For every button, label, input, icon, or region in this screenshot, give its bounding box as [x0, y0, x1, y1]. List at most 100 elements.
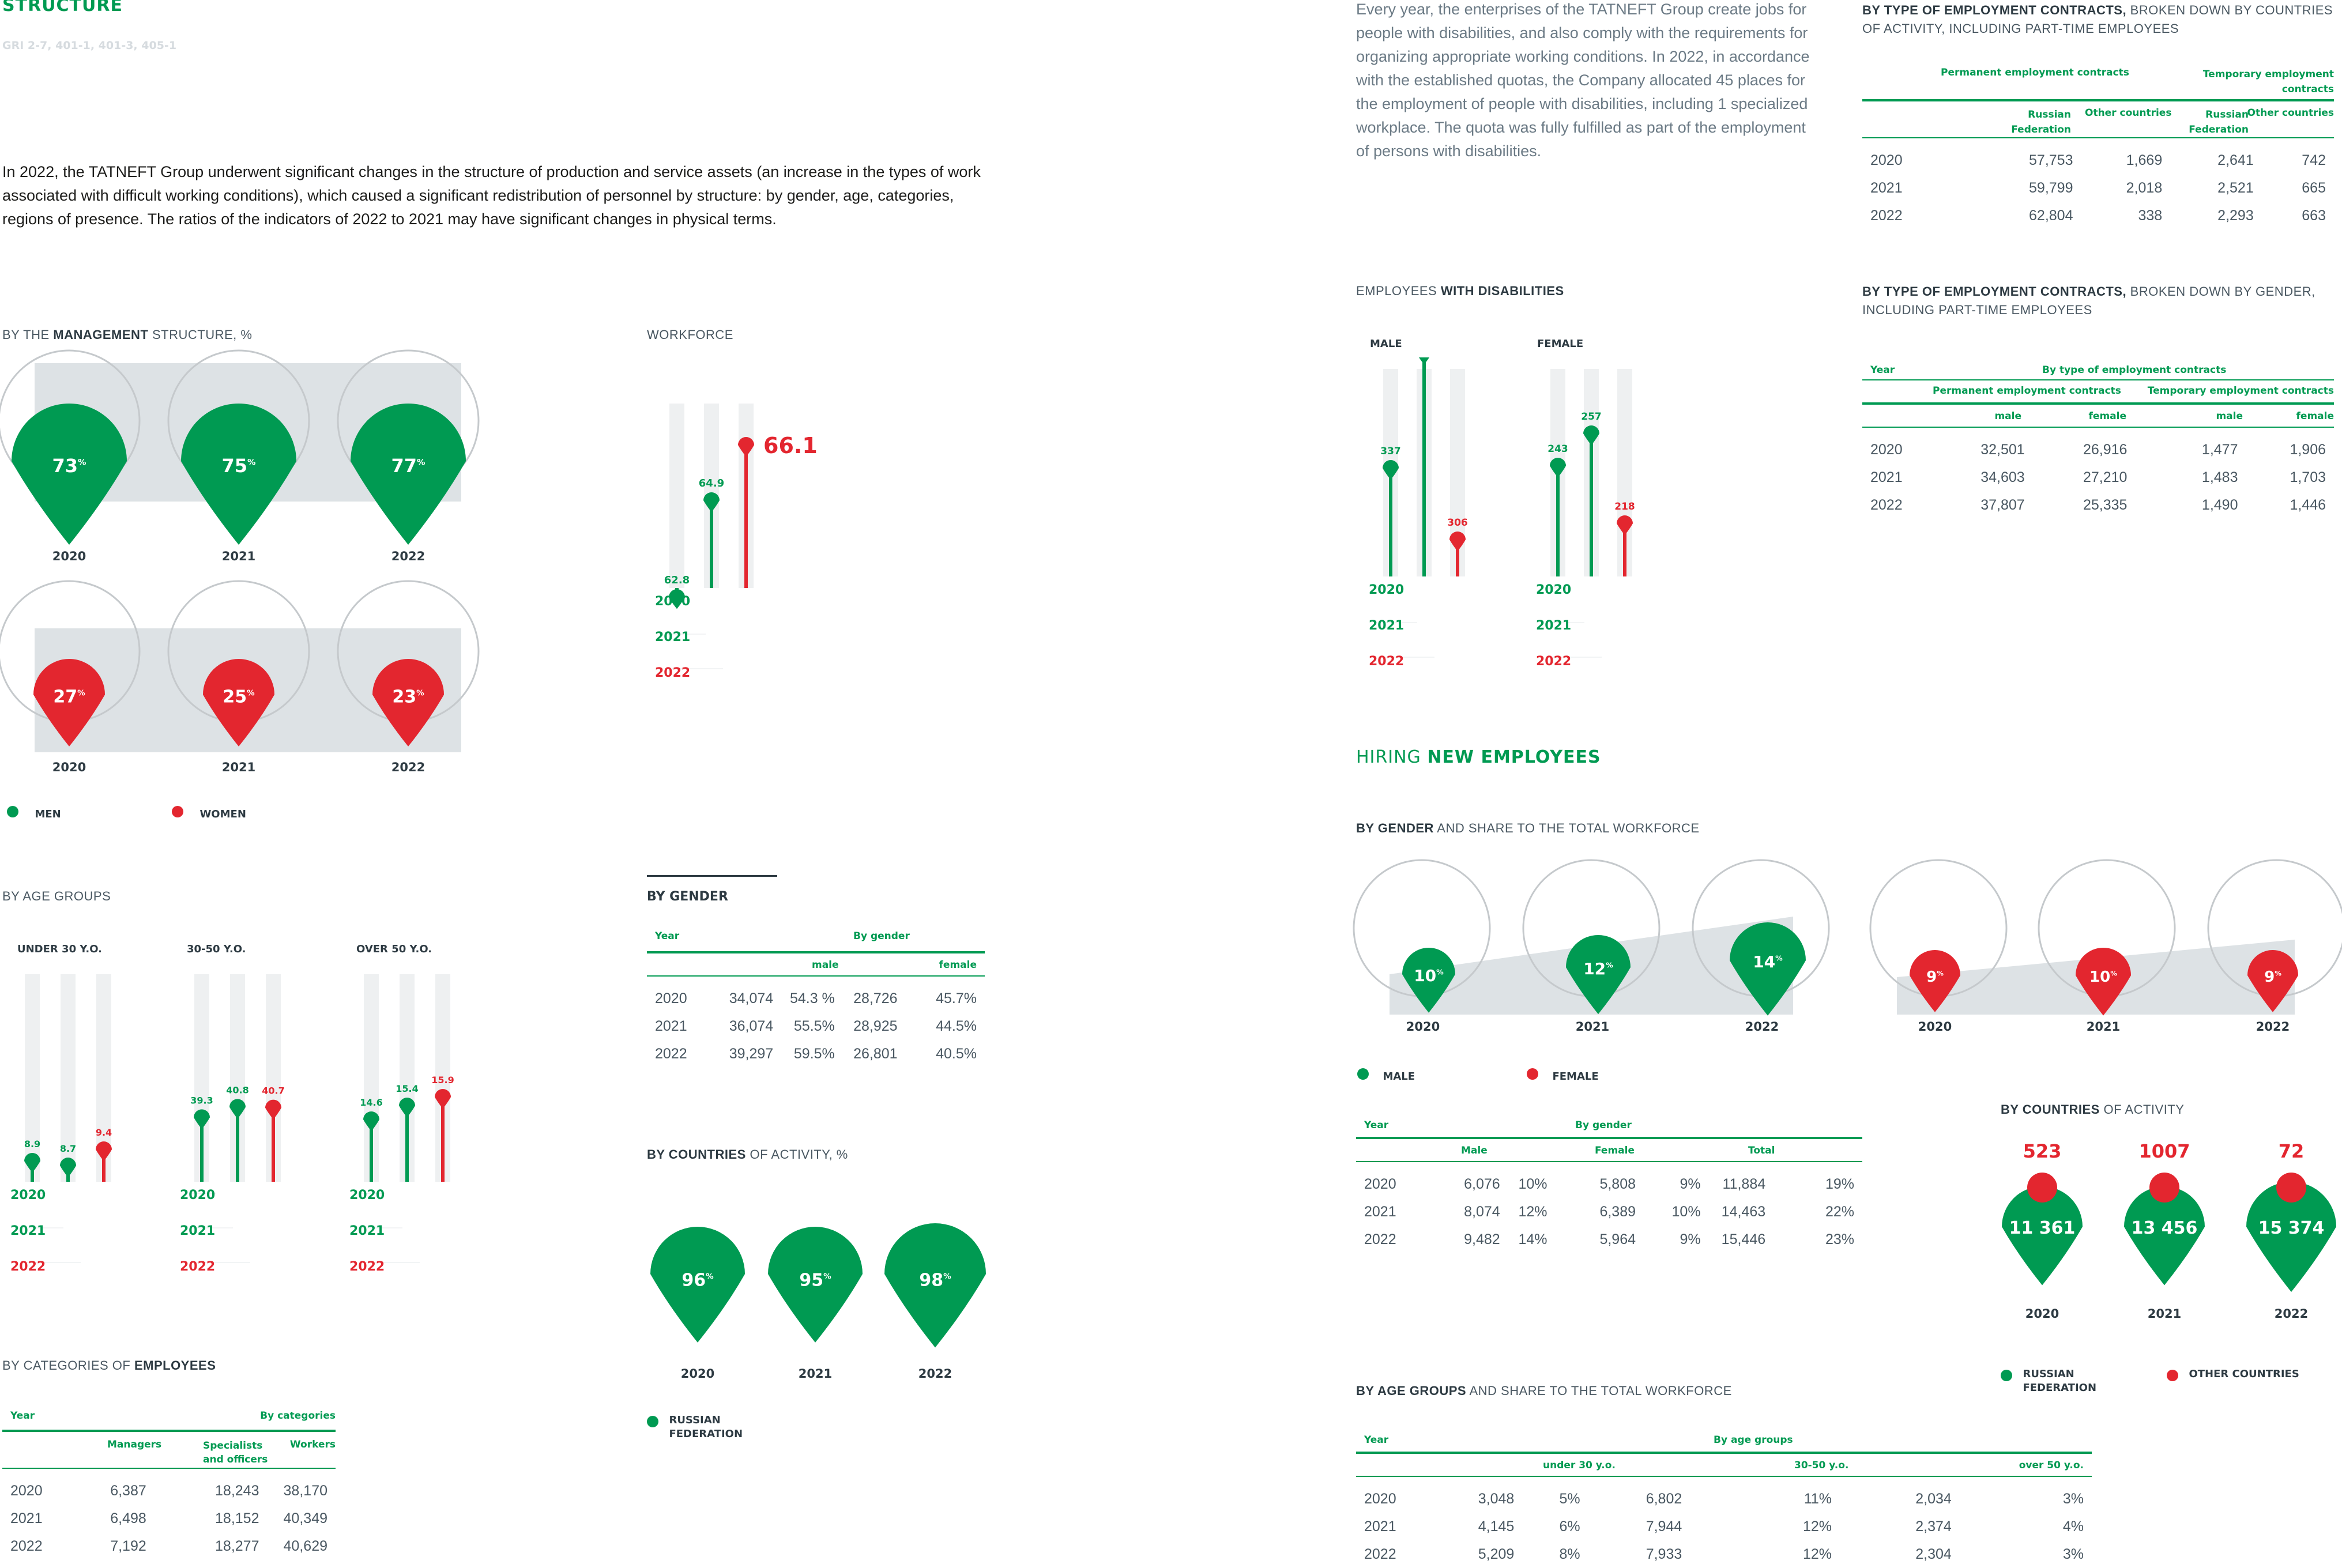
hiring-gender-cell: 19% — [1825, 1175, 1854, 1192]
age-group-value: 15.9 — [431, 1075, 454, 1085]
hiring-gender-cell: 23% — [1825, 1231, 1854, 1247]
age-group-label: 30-50 Y.O. — [187, 943, 246, 955]
age-group-value: 8.7 — [60, 1143, 76, 1154]
legend-hiring-female: FEMALE — [1527, 1068, 1599, 1084]
cc-col-other-perm: Other countries — [2085, 107, 2172, 119]
hiring-age-cell: 6% — [1559, 1518, 1580, 1535]
disability-male-head — [1418, 357, 1430, 365]
hiring-gender-cell: 2020 — [1364, 1175, 1396, 1192]
age-group-value: 14.6 — [360, 1097, 382, 1108]
by-gender-cell: 59.5% — [793, 1045, 835, 1062]
age-group-value: 40.7 — [262, 1085, 284, 1096]
categories-cell: 40,349 — [283, 1510, 327, 1526]
hiring-age-cell: 3% — [2062, 1546, 2084, 1562]
gri-reference: GRI 2-7, 401-1, 401-3, 405-1 — [2, 39, 177, 52]
workforce-year: 2021 — [655, 630, 690, 644]
legend-men: MEN — [7, 806, 61, 821]
hiring-age-row: 2022 5,209 8% 7,933 12% 2,304 3% — [1356, 1540, 2092, 1568]
hiring-countries-year: 2021 — [2148, 1307, 2181, 1321]
age-group-label: UNDER 30 Y.O. — [17, 943, 102, 955]
workforce-value: 62.8 — [664, 574, 690, 586]
disabilities-male-label: MALE — [1370, 338, 1402, 350]
categories-title: BY CATEGORIES OF EMPLOYEES — [2, 1358, 216, 1373]
hiring-gender-cell: 5,964 — [1599, 1231, 1636, 1247]
contracts-countries-cell: 2,018 — [2126, 179, 2163, 196]
age-group-value: 9.4 — [96, 1127, 112, 1138]
hiring-age-cell: 5,209 — [1478, 1546, 1515, 1562]
hiring-age-cell: 2020 — [1364, 1490, 1396, 1507]
age-group-value: 40.8 — [226, 1084, 248, 1095]
disability-paragraph: Every year, the enterprises of the TATNE… — [1356, 1, 1810, 160]
hiring-gender-cell: 8,074 — [1464, 1203, 1500, 1220]
hiring-gender-cell: 14% — [1518, 1231, 1547, 1247]
management-title: BY THE MANAGEMENT STRUCTURE, % — [2, 327, 253, 342]
intro-paragraph: In 2022, the TATNEFT Group underwent sig… — [2, 163, 981, 228]
cg-col-male-temp: male — [2216, 410, 2243, 422]
disability-male-year: 2020 — [1369, 583, 1404, 597]
hiring-year: 2021 — [2087, 1020, 2120, 1034]
contracts-countries-cell: 2022 — [1870, 207, 1903, 224]
cg-col-male-perm: male — [1994, 410, 2021, 422]
hiring-countries-title: BY COUNTRIES OF ACTIVITY — [2001, 1102, 2185, 1117]
management-year-label: 2020 — [52, 760, 86, 774]
by-gender-cell: 39,297 — [729, 1045, 774, 1062]
hat-col-year: Year — [1364, 1434, 1389, 1446]
contracts-gender-row: 2022 37,807 25,335 1,490 1,446 — [1862, 491, 2334, 519]
by-gender-cell: 45.7% — [936, 990, 977, 1007]
by-gender-cell: 2020 — [655, 990, 687, 1007]
categories-table: Year By categories Managers Specialists … — [2, 1407, 336, 1560]
hiring-age-row: 2020 3,048 5% 6,802 11% 2,034 3% — [1356, 1485, 2092, 1513]
hgt-col-male: Male — [1461, 1145, 1488, 1156]
cg-rows: 2020 32,501 26,916 1,477 1,906 2021 34,603 27,2… — [1862, 436, 2334, 519]
categories-row: 2022 7,192 18,277 40,629 — [2, 1532, 336, 1560]
by-gender-rows: 2020 34,074 54.3 % 28,726 45.7% 2021 36,074 55.… — [647, 985, 985, 1068]
by-gender-cell: 26,801 — [853, 1045, 898, 1062]
hiring-countries-year: 2020 — [2025, 1307, 2059, 1321]
hiring-gender-cell: 11,884 — [1722, 1175, 1766, 1192]
age-group-year: 2020 — [180, 1188, 215, 1203]
contracts-gender-table: Year By type of employment contracts Per… — [1862, 362, 2334, 519]
disability-male-value: 337 — [1380, 446, 1401, 457]
by-gender-title: BY GENDER — [647, 889, 728, 904]
hiring-age-cell: 5% — [1559, 1490, 1580, 1507]
hiring-countries-other-dot — [2276, 1173, 2306, 1203]
workforce-value: 66.1 — [763, 433, 818, 458]
legend-hiring-male-label: MALE — [1383, 1071, 1415, 1083]
management-year-label: 2022 — [391, 760, 425, 774]
hgt-rows: 2020 6,076 10% 5,808 9% 11,884 19% 2021 8,074 12%… — [1356, 1170, 1862, 1253]
contracts-countries-row: 2022 62,804 338 2,293 663 — [1862, 202, 2334, 229]
by-gender-col-female: female — [939, 959, 977, 971]
age-group-year: 2021 — [349, 1224, 385, 1238]
hiring-age-cell: 2022 — [1364, 1546, 1396, 1562]
hiring-countries-other-value: 523 — [2023, 1140, 2062, 1162]
hgt-col-year: Year — [1364, 1120, 1389, 1131]
countries-pct-year: 2021 — [799, 1367, 832, 1381]
hgt-col-group: By gender — [1575, 1120, 1632, 1131]
by-gender-row: 2021 36,074 55.5% 28,925 44.5% — [647, 1012, 985, 1040]
hiring-gender-chart: 10%202012%202114%20229%202010%20219%2022 — [1353, 859, 2342, 1034]
cg-col-female-temp: female — [2296, 410, 2334, 422]
categories-col-managers: Managers — [107, 1439, 162, 1450]
contracts-gender-title: BY TYPE OF EMPLOYMENT CONTRACTS, BROKEN … — [1862, 284, 2315, 317]
hiring-gender-row: 2020 6,076 10% 5,808 9% 11,884 19% — [1356, 1170, 1862, 1198]
contracts-countries-cell: 663 — [2302, 207, 2326, 224]
hat-rows: 2020 3,048 5% 6,802 11% 2,034 3% 2021 4,145 6% 7,9… — [1356, 1485, 2092, 1568]
categories-col-specialists: Specialists and officers — [203, 1440, 268, 1465]
categories-col-workers: Workers — [289, 1439, 336, 1450]
age-groups-title: BY AGE GROUPS — [2, 889, 111, 903]
contracts-gender-cell: 2020 — [1870, 441, 1903, 458]
hiring-age-cell: 7,944 — [1646, 1518, 1682, 1535]
disability-female-year: 2021 — [1536, 619, 1571, 633]
legend-women-dot — [172, 806, 183, 817]
management-chart: 73%202075%202177%2022 27%202025%202123%2… — [0, 349, 480, 774]
hiring-countries-other-value: 72 — [2279, 1140, 2305, 1162]
contracts-gender-cell: 26,916 — [2083, 441, 2128, 458]
contracts-countries-cell: 742 — [2302, 152, 2326, 168]
by-gender-cell: 28,726 — [853, 990, 898, 1007]
hiring-gender-cell: 5,808 — [1599, 1175, 1636, 1192]
hiring-age-cell: 2,374 — [1915, 1518, 1952, 1535]
hiring-countries-other-dot — [2149, 1173, 2179, 1203]
hiring-age-cell: 4,145 — [1478, 1518, 1515, 1535]
hat-col-group: By age groups — [1714, 1434, 1793, 1446]
hat-col-over50: over 50 y.o. — [2019, 1460, 2084, 1471]
